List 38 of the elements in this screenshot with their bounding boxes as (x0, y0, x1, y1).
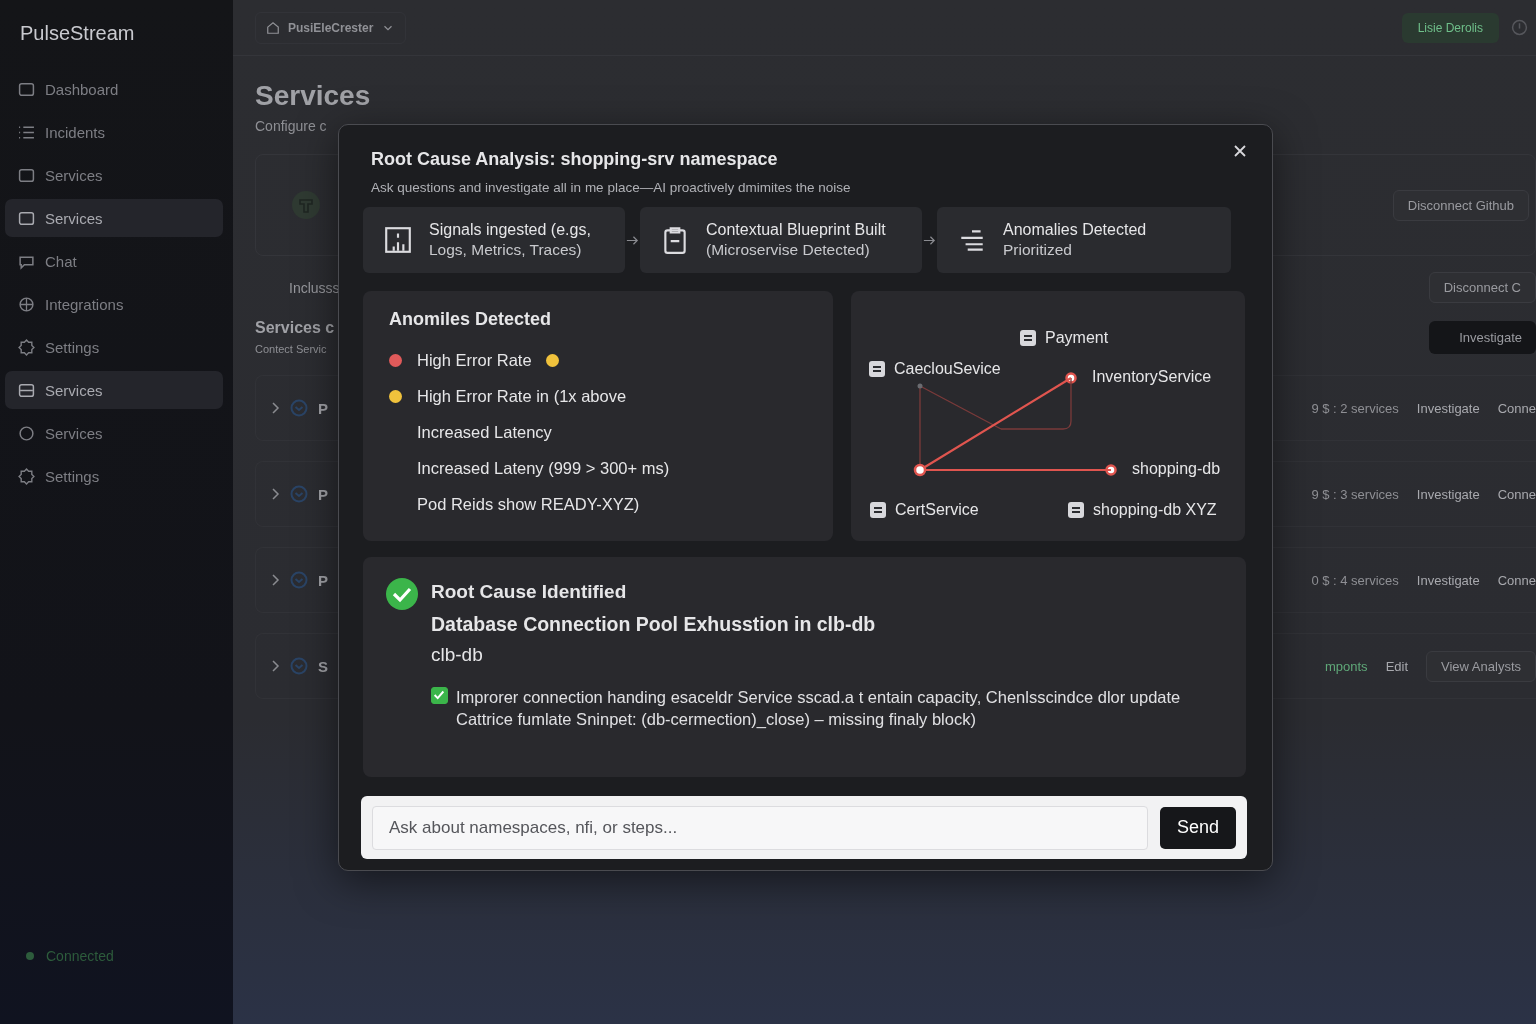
service-count: 9 $ : 2 services (1311, 400, 1399, 416)
root-cause-headline: Database Connection Pool Exhusstion in clb-db (431, 613, 877, 636)
page-title: Services (255, 80, 372, 112)
root-cause-target: clb-db (431, 644, 484, 666)
anomaly-item: High Error Rate in (1x above (417, 386, 627, 406)
node-label: CertService (895, 501, 979, 519)
panel-title: Anomiles Detected (389, 309, 553, 330)
dialog-subtitle: Ask questions and investigate all in me place—AI proactively dmimites the noise (370, 180, 852, 195)
finding-text: Improrer connection handing esaceldr Service sscad.a t entain capacity, Chenlsscindce dlor update Cattrice fumlate Sninpet: (db-cermection)_close) – missing finaly block) (456, 687, 1182, 730)
node-label: CaeclouSevice (894, 360, 1001, 378)
node-label: shopping-db (1132, 460, 1221, 478)
service-name: P (318, 571, 328, 589)
list-subtitle: Contect Servic (255, 343, 328, 355)
anomaly-item: Increased Lateny (999 > 300+ ms) (417, 458, 670, 478)
step-title: Signals ingested (e.gs, (429, 221, 591, 239)
node-label: InventoryService (1092, 368, 1212, 386)
service-name: P (318, 485, 328, 503)
dialog-title: Root Cause Analysis: shopping-srv namespace (370, 149, 779, 170)
anomaly-item: Increased Latency (417, 422, 552, 442)
step-title: Contextual Blueprint Built (706, 221, 886, 239)
root-cause-title: Root Cause Identified (431, 581, 628, 603)
service-name: P (318, 399, 328, 417)
service-count: 0 $ : 4 services (1311, 572, 1399, 588)
page-subtitle: Configure c (255, 118, 328, 134)
node-label: Payment (1045, 329, 1109, 347)
node-label: shopping-db XYZ (1093, 501, 1217, 519)
step-detail: Logs, Metrics, Traces) (429, 241, 583, 259)
service-count: 9 $ : 3 services (1311, 486, 1399, 502)
service-name: S (318, 657, 328, 675)
section-label: Inclusss (288, 279, 340, 296)
list-title: Services c (255, 319, 335, 337)
brand-name: PulseStream (19, 21, 136, 46)
connection-status: Connected (46, 948, 114, 964)
step-detail: (Microservise Detected) (706, 241, 871, 259)
step-title: Anomalies Detected (1003, 221, 1147, 239)
anomaly-item: Pod Reids show READY-XYZ) (417, 494, 640, 514)
step-detail: Prioritized (1003, 241, 1073, 259)
anomaly-item: High Error Rate (417, 350, 532, 370)
